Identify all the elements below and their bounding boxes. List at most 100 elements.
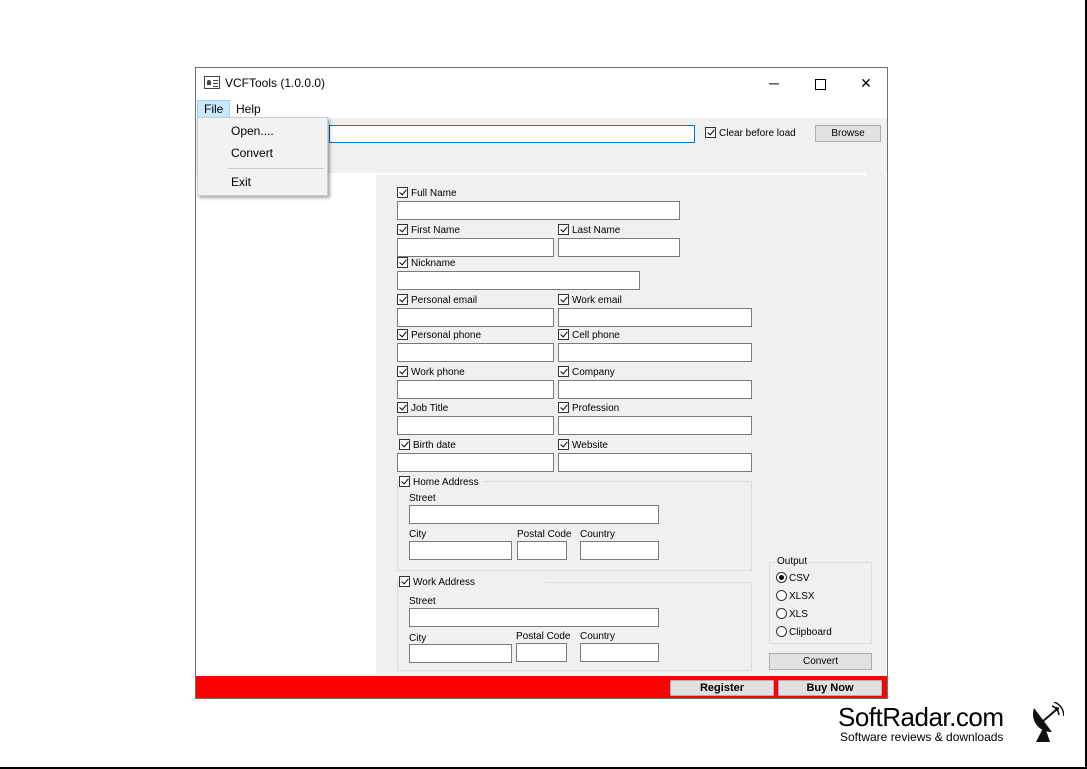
checkbox-icon [558,294,569,305]
job-title-input[interactable] [397,416,554,435]
work-postal-code-label: Postal Code [516,631,571,642]
clear-before-load-label: Clear before load [719,128,796,139]
buy-now-button[interactable]: Buy Now [778,680,882,696]
work-city-input[interactable] [409,644,512,663]
nickname-label: Nickname [411,258,456,269]
file-path-input[interactable] [329,125,695,143]
home-country-input[interactable] [580,541,659,560]
last-name-checkbox[interactable]: Last Name [558,224,620,236]
convert-button[interactable]: Convert [769,653,872,670]
last-name-input[interactable] [558,238,680,257]
bottom-bar: Register Buy Now [196,676,887,698]
title-bar[interactable]: VCFTools (1.0.0.0) ─ ✕ [196,68,887,98]
birth-date-label: Birth date [413,440,456,451]
maximize-button[interactable] [797,68,843,98]
menu-item-exit[interactable]: Exit [231,175,251,189]
work-address-checkbox[interactable]: Work Address [399,576,546,588]
profession-label: Profession [572,403,620,414]
work-street-label: Street [409,596,436,607]
minimize-button[interactable]: ─ [751,68,797,98]
work-phone-input[interactable] [397,380,554,399]
checkbox-icon [705,127,716,138]
home-street-input[interactable] [409,505,659,524]
full-name-checkbox[interactable]: Full Name [397,187,457,199]
home-address-label: Home Address [413,477,479,488]
cell-phone-label: Cell phone [572,330,620,341]
output-xls-radio[interactable]: XLS [776,608,808,620]
home-city-input[interactable] [409,541,512,560]
cell-phone-checkbox[interactable]: Cell phone [558,329,620,341]
watermark-tagline: Software reviews & downloads [840,730,1004,744]
work-email-label: Work email [572,295,622,306]
website-input[interactable] [558,453,752,472]
checkbox-icon [397,187,408,198]
checkbox-icon [397,366,408,377]
home-address-checkbox[interactable]: Home Address [399,476,483,488]
clear-before-load-checkbox[interactable]: Clear before load [705,127,796,139]
checkbox-icon [558,366,569,377]
register-button[interactable]: Register [670,680,774,696]
close-button[interactable]: ✕ [843,68,889,98]
last-name-label: Last Name [572,225,621,236]
radio-selected-icon [776,572,787,583]
browse-button[interactable]: Browse [815,125,881,142]
contact-card-icon [204,76,220,89]
full-name-input[interactable] [397,201,680,220]
job-title-checkbox[interactable]: Job Title [397,402,448,414]
website-label: Website [572,440,608,451]
output-xlsx-radio[interactable]: XLSX [776,590,815,602]
company-label: Company [572,367,615,378]
checkbox-icon [399,476,410,487]
nickname-checkbox[interactable]: Nickname [397,257,455,269]
work-address-label: Work Address [413,577,476,588]
work-country-label: Country [580,631,616,642]
full-name-label: Full Name [411,188,457,199]
checkbox-icon [558,224,569,235]
work-email-checkbox[interactable]: Work email [558,294,622,306]
cell-phone-input[interactable] [558,343,752,362]
job-title-label: Job Title [411,403,449,414]
personal-email-input[interactable] [397,308,554,327]
work-postal-code-input[interactable] [516,643,567,662]
output-clipboard-radio[interactable]: Clipboard [776,626,832,638]
checkbox-icon [399,576,410,587]
birth-date-checkbox[interactable]: Birth date [399,439,456,451]
window-title: VCFTools (1.0.0.0) [225,76,326,90]
personal-email-label: Personal email [411,295,478,306]
file-menu-dropdown: Open.... Convert Exit [197,117,328,196]
checkbox-icon [397,224,408,235]
first-name-checkbox[interactable]: First Name [397,224,460,236]
work-phone-checkbox[interactable]: Work phone [397,366,465,378]
company-input[interactable] [558,380,752,399]
work-street-input[interactable] [409,608,659,627]
checkbox-icon [558,402,569,413]
menu-file[interactable]: File [197,100,231,118]
menu-item-open[interactable]: Open.... [231,124,274,138]
checkbox-icon [558,329,569,340]
first-name-input[interactable] [397,238,554,257]
profession-checkbox[interactable]: Profession [558,402,619,414]
contact-list-panel[interactable] [196,173,376,676]
output-csv-radio[interactable]: CSV [776,572,810,584]
clipboard-label: Clipboard [789,627,832,638]
website-checkbox[interactable]: Website [558,439,608,451]
nickname-input[interactable] [397,271,640,290]
menu-help[interactable]: Help [230,100,267,118]
personal-phone-checkbox[interactable]: Personal phone [397,329,481,341]
home-postal-code-input[interactable] [517,541,567,560]
checkbox-icon [397,329,408,340]
profession-input[interactable] [558,416,752,435]
watermark-brand: SoftRadar.com [838,702,1004,732]
work-country-input[interactable] [580,643,659,662]
home-street-label: Street [409,493,436,504]
menu-bar: File Help [196,98,887,118]
radio-icon [776,608,787,619]
menu-item-convert[interactable]: Convert [231,146,273,160]
personal-email-checkbox[interactable]: Personal email [397,294,477,306]
home-postal-code-label: Postal Code [517,529,572,540]
company-checkbox[interactable]: Company [558,366,615,378]
radio-icon [776,626,787,637]
personal-phone-input[interactable] [397,343,554,362]
work-email-input[interactable] [558,308,752,327]
birth-date-input[interactable] [397,453,554,472]
